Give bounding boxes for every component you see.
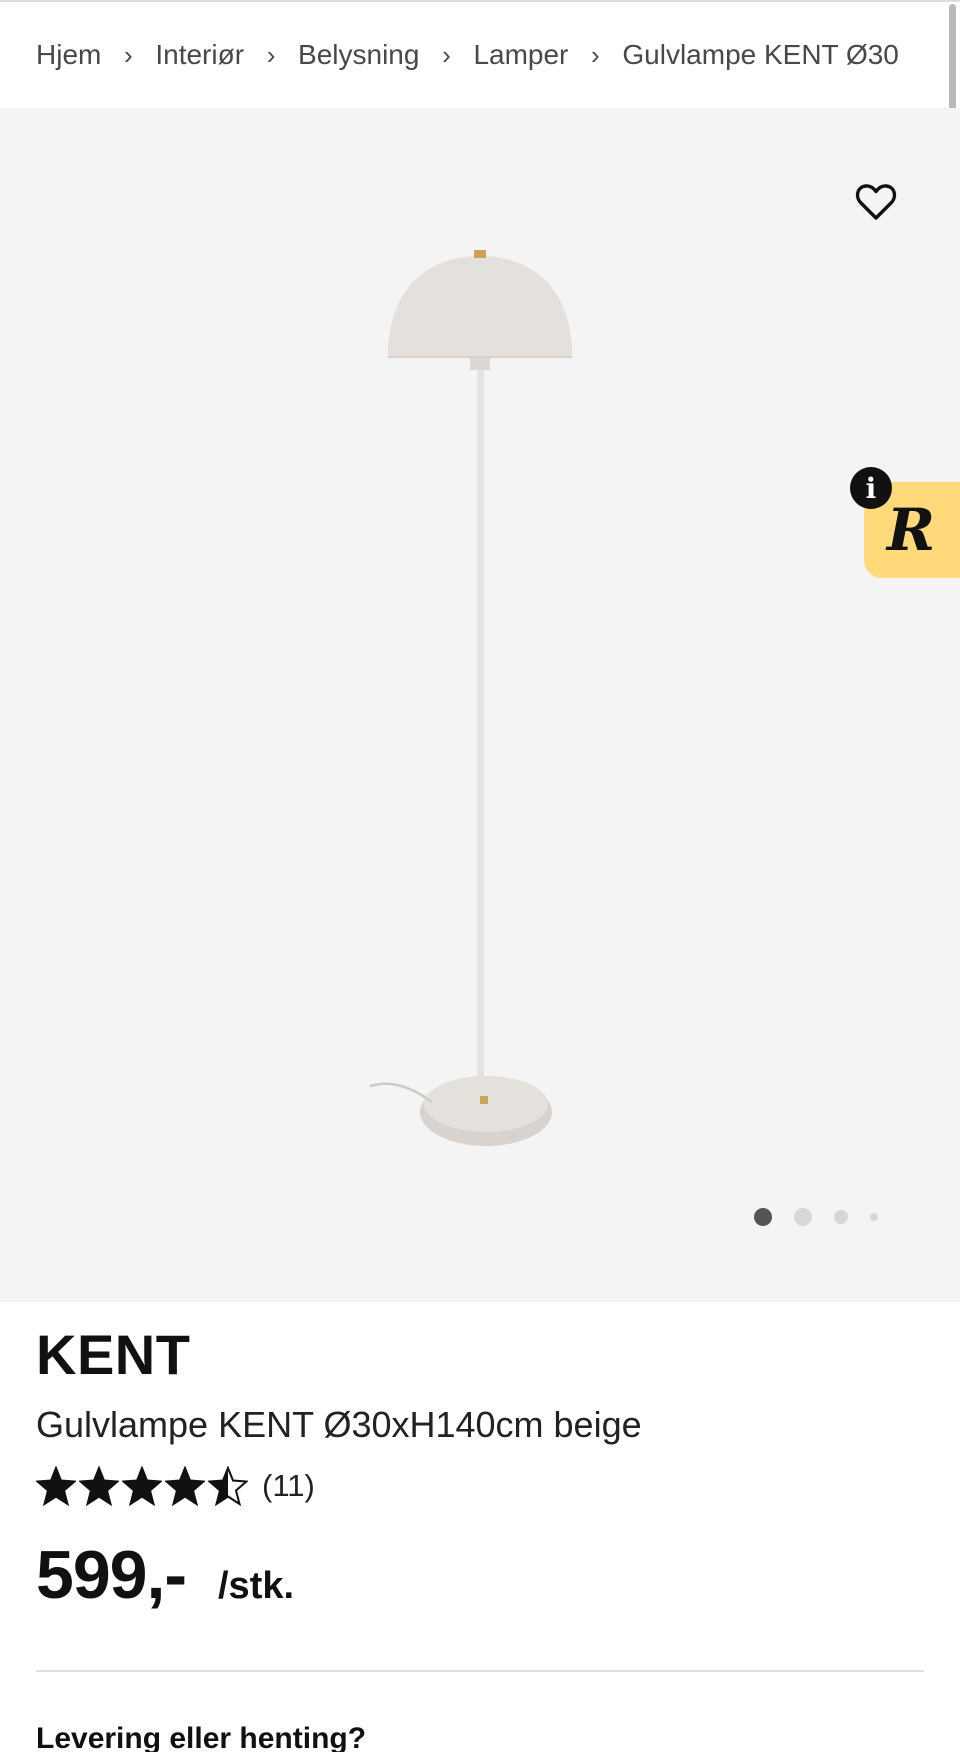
chevron-right-icon: › bbox=[442, 39, 451, 70]
star-half-icon bbox=[208, 1466, 248, 1506]
chevron-right-icon: › bbox=[124, 39, 133, 70]
info-icon[interactable]: i bbox=[850, 467, 892, 509]
product-brand: KENT bbox=[36, 1323, 191, 1386]
chevron-right-icon: › bbox=[591, 39, 600, 70]
add-to-favorites-button[interactable] bbox=[850, 176, 902, 228]
breadcrumb-interior[interactable]: Interiør bbox=[155, 39, 244, 71]
product-rating[interactable]: (11) bbox=[36, 1466, 315, 1506]
product-price: 599,- bbox=[36, 1537, 187, 1613]
star-filled-icon bbox=[36, 1466, 76, 1506]
carousel-dot[interactable] bbox=[870, 1213, 878, 1221]
section-divider bbox=[36, 1670, 924, 1672]
breadcrumb-home[interactable]: Hjem bbox=[36, 39, 101, 71]
rating-count: (11) bbox=[262, 1468, 315, 1503]
rating-stars bbox=[36, 1466, 248, 1506]
carousel-dot[interactable] bbox=[794, 1208, 812, 1226]
floor-lamp-image bbox=[369, 250, 572, 1146]
reviews-logo: R bbox=[886, 496, 936, 564]
heart-outline-icon bbox=[855, 184, 897, 220]
product-description: Gulvlampe KENT Ø30xH140cm beige bbox=[36, 1404, 642, 1445]
carousel-dot-active[interactable] bbox=[754, 1208, 772, 1226]
product-page: Hjem › Interiør › Belysning › Lamper › G… bbox=[0, 0, 960, 1752]
delivery-heading: Levering eller henting? bbox=[36, 1722, 367, 1752]
star-filled-icon bbox=[165, 1466, 205, 1506]
top-divider bbox=[0, 0, 960, 2]
star-filled-icon bbox=[79, 1466, 119, 1506]
price-unit: /stk. bbox=[218, 1565, 295, 1607]
breadcrumb-current-product: Gulvlampe KENT Ø30 bbox=[622, 39, 899, 70]
breadcrumb-lamps[interactable]: Lamper bbox=[473, 39, 568, 71]
star-filled-icon bbox=[122, 1466, 162, 1506]
breadcrumb: Hjem › Interiør › Belysning › Lamper › G… bbox=[36, 26, 924, 84]
carousel-dot[interactable] bbox=[834, 1210, 848, 1224]
carousel-indicator bbox=[754, 1208, 878, 1226]
breadcrumb-lighting[interactable]: Belysning bbox=[298, 39, 419, 71]
chevron-right-icon: › bbox=[266, 39, 276, 70]
price-row: 599,- /stk. bbox=[36, 1536, 294, 1614]
